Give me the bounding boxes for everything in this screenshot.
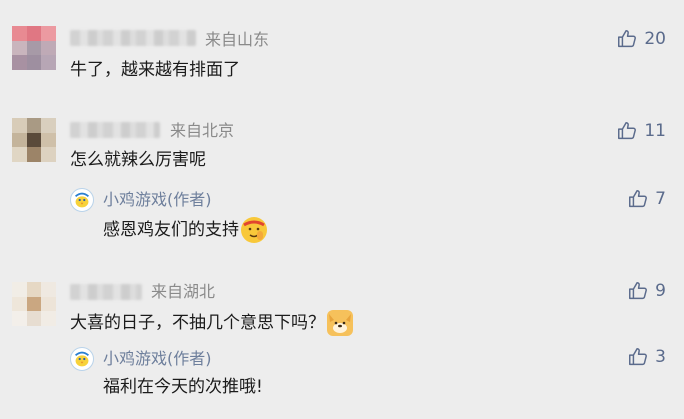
reply-text: 感恩鸡友们的支持 [103, 217, 267, 243]
chick-logo-icon [71, 189, 93, 211]
location-label: 来自北京 [170, 121, 235, 140]
reply-text-content: 感恩鸡友们的支持 [103, 220, 239, 240]
dog-face-emoji [327, 310, 353, 336]
thumbs-up-icon [618, 30, 637, 48]
like-button[interactable]: 20 [616, 28, 666, 50]
like-count: 7 [655, 189, 666, 209]
avatar[interactable] [12, 282, 56, 326]
avatar[interactable] [12, 26, 56, 70]
chick-logo-icon [71, 348, 93, 370]
location-label: 来自湖北 [151, 282, 216, 301]
thumbs-up-icon [629, 190, 648, 208]
like-button[interactable]: 11 [616, 120, 666, 142]
author-avatar[interactable] [70, 347, 94, 371]
like-count: 3 [655, 347, 666, 367]
saluting-face-emoji [241, 217, 267, 243]
comment-text: 大喜的日子，不抽几个意思下吗？ [70, 310, 353, 336]
username-blurred[interactable] [70, 122, 160, 138]
comment-text: 怎么就辣么厉害呢 [70, 150, 206, 170]
like-count: 11 [644, 121, 666, 141]
username-blurred[interactable] [70, 30, 196, 46]
like-button[interactable]: 9 [627, 280, 666, 302]
thumbs-up-icon [629, 348, 648, 366]
comment-text: 牛了，越来越有排面了 [70, 60, 240, 80]
author-name[interactable]: 小鸡游戏(作者) [103, 349, 212, 369]
like-count: 9 [655, 281, 666, 301]
author-avatar[interactable] [70, 188, 94, 212]
comment-1: 来自山东 牛了，越来越有排面了 20 [0, 0, 684, 100]
comment-2: 来自北京 怎么就辣么厉害呢 11 小鸡游戏(作者) 感恩鸡友们的支持 7 [0, 100, 684, 260]
like-button[interactable]: 3 [627, 346, 666, 368]
avatar[interactable] [12, 118, 56, 162]
location-label: 来自山东 [205, 30, 270, 49]
username-blurred[interactable] [70, 284, 142, 300]
author-name[interactable]: 小鸡游戏(作者) [103, 190, 212, 210]
comment-text-content: 大喜的日子，不抽几个意思下吗？ [70, 313, 325, 333]
reply-text: 福利在今天的次推哦! [103, 377, 263, 397]
thumbs-up-icon [629, 282, 648, 300]
thumbs-up-icon [618, 122, 637, 140]
comment-3: 来自湖北 大喜的日子，不抽几个意思下吗？ 9 小鸡游戏(作者) 福利在今天的次推… [0, 260, 684, 419]
like-button[interactable]: 7 [627, 188, 666, 210]
like-count: 20 [644, 29, 666, 49]
